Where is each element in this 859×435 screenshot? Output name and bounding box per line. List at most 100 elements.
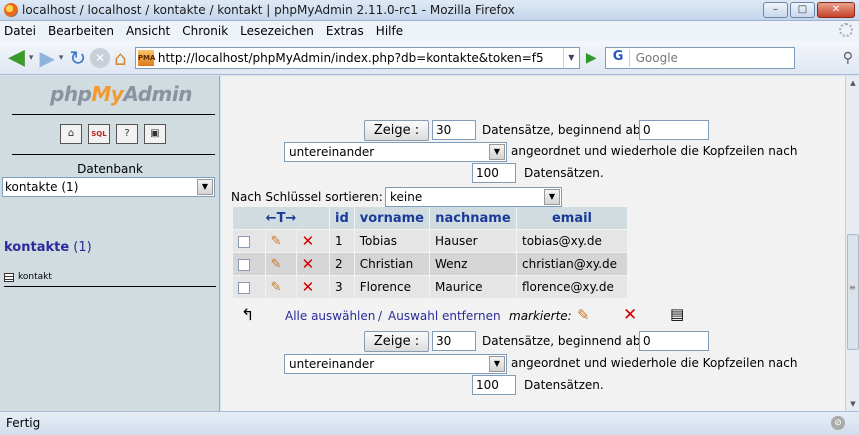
- menu-bar: Datei Bearbeiten Ansicht Chronik Lesezei…: [0, 21, 859, 41]
- phpmyadmin-logo[interactable]: phpMyAdmin: [50, 82, 192, 106]
- search-magnifier-icon[interactable]: ⚲: [843, 50, 853, 66]
- database-link-name: kontakte: [4, 240, 70, 255]
- delete-marked-x-icon[interactable]: ✕: [623, 305, 637, 325]
- menu-bearbeiten[interactable]: Bearbeiten: [48, 24, 114, 38]
- query-window-icon[interactable]: ?: [116, 124, 138, 144]
- row-checkbox[interactable]: [238, 258, 250, 271]
- table-icon[interactable]: [4, 272, 14, 282]
- column-header-nachname[interactable]: nachname: [429, 207, 516, 229]
- table-list-item[interactable]: kontakt: [4, 272, 52, 282]
- deselect-all-link[interactable]: Auswahl entfernen: [388, 309, 501, 323]
- home-icon[interactable]: ⌂: [114, 46, 127, 70]
- start-row-input[interactable]: 0: [639, 331, 709, 351]
- row-checkbox-cell: [233, 230, 265, 252]
- column-header-vorname[interactable]: vorname: [354, 207, 429, 229]
- start-row-input[interactable]: 0: [639, 120, 709, 140]
- title-bar: localhost / localhost / kontakte / konta…: [0, 0, 859, 21]
- show-button[interactable]: Zeige :: [364, 331, 429, 352]
- reload-icon[interactable]: ↻: [69, 46, 86, 70]
- window-controls: – □ ✕: [763, 2, 855, 18]
- cell-nachname: Maurice: [429, 276, 516, 298]
- edit-pencil-icon[interactable]: ✎: [271, 257, 282, 272]
- menu-lesezeichen[interactable]: Lesezeichen: [240, 24, 314, 38]
- edit-pencil-icon[interactable]: ✎: [271, 234, 282, 249]
- row-checkbox[interactable]: [238, 235, 250, 248]
- menu-extras[interactable]: Extras: [326, 24, 364, 38]
- edit-marked-pencil-icon[interactable]: ✎: [577, 306, 590, 324]
- back-arrow-icon[interactable]: ◀: [8, 45, 25, 70]
- chevron-down-icon[interactable]: ▼: [544, 189, 560, 205]
- scroll-down-arrow-icon[interactable]: ▼: [846, 397, 859, 411]
- search-bar[interactable]: G Google: [604, 46, 795, 69]
- rows-count-input[interactable]: 30: [432, 120, 476, 140]
- minimize-button[interactable]: –: [763, 2, 788, 18]
- url-history-dropdown-icon[interactable]: ▼: [562, 47, 579, 68]
- results-table: ←T→ id vorname nachname email ✎ ✕ 1 Tobi…: [232, 206, 628, 299]
- scroll-up-arrow-icon[interactable]: ▲: [846, 76, 859, 90]
- status-bar: Fertig ⊘: [0, 411, 859, 435]
- rows-label: Datensätze, beginnend ab: [482, 123, 641, 137]
- docs-icon[interactable]: ▣: [144, 124, 166, 144]
- logo-php-text: php: [50, 82, 92, 106]
- table-row: ✎ ✕ 2 Christian Wenz christian@xy.de: [233, 253, 627, 275]
- edit-pencil-icon[interactable]: ✎: [271, 280, 282, 295]
- navigation-toolbar: ◀ ▾ ▶ ▾ ↻ ✕ ⌂ PMA http://localhost/phpMy…: [0, 41, 859, 75]
- cell-nachname: Wenz: [429, 253, 516, 275]
- delete-x-icon[interactable]: ✕: [302, 232, 315, 250]
- cell-nachname: Hauser: [429, 230, 516, 252]
- forward-arrow-icon[interactable]: ▶: [39, 46, 54, 70]
- vertical-scrollbar[interactable]: ▲ ≡ ▼: [845, 76, 859, 411]
- menu-chronik[interactable]: Chronik: [182, 24, 228, 38]
- home-icon[interactable]: ⌂: [60, 124, 82, 144]
- go-arrow-icon[interactable]: ▶: [586, 50, 597, 66]
- display-mode-select[interactable]: untereinander ▼: [284, 142, 507, 162]
- mode-label: angeordnet und wiederhole die Kopfzeilen…: [511, 144, 798, 158]
- google-search-engine-icon[interactable]: G: [608, 48, 630, 67]
- database-link[interactable]: kontakte (1): [4, 240, 92, 255]
- url-text[interactable]: http://localhost/phpMyAdmin/index.php?db…: [158, 51, 543, 65]
- delete-x-icon[interactable]: ✕: [302, 255, 315, 273]
- display-mode-select[interactable]: untereinander ▼: [284, 354, 507, 374]
- chevron-down-icon[interactable]: ▼: [489, 356, 505, 372]
- rows-label: Datensätze, beginnend ab: [482, 334, 641, 348]
- sort-select[interactable]: keine ▼: [385, 187, 562, 207]
- sort-label: Nach Schlüssel sortieren:: [231, 190, 383, 204]
- show-button[interactable]: Zeige :: [364, 120, 429, 141]
- main-content-frame: Zeige : 30 Datensätze, beginnend ab 0 un…: [221, 76, 845, 411]
- select-all-link[interactable]: Alle auswählen: [285, 309, 375, 323]
- database-select[interactable]: kontakte (1) ▼: [2, 177, 215, 197]
- menu-ansicht[interactable]: Ansicht: [126, 24, 170, 38]
- repeat-headers-input[interactable]: 100: [472, 163, 516, 183]
- scrollbar-thumb[interactable]: [847, 234, 859, 350]
- url-bar[interactable]: PMA http://localhost/phpMyAdmin/index.ph…: [134, 46, 580, 69]
- close-button[interactable]: ✕: [817, 2, 855, 18]
- rows-count-input[interactable]: 30: [432, 331, 476, 351]
- sql-icon[interactable]: SQL: [88, 124, 110, 144]
- column-header-id[interactable]: id: [330, 207, 354, 229]
- cell-vorname: Tobias: [354, 230, 429, 252]
- stop-icon[interactable]: ✕: [90, 47, 111, 68]
- search-input[interactable]: Google: [636, 51, 678, 65]
- menu-hilfe[interactable]: Hilfe: [376, 24, 403, 38]
- mode-label: angeordnet und wiederhole die Kopfzeilen…: [511, 356, 798, 370]
- delete-cell: ✕: [296, 253, 329, 275]
- maximize-button[interactable]: □: [790, 2, 815, 18]
- chevron-down-icon[interactable]: ▼: [489, 144, 505, 160]
- site-favicon-icon: PMA: [137, 49, 155, 66]
- delete-cell: ✕: [296, 230, 329, 252]
- delete-x-icon[interactable]: ✕: [302, 278, 315, 296]
- column-toggle-arrows[interactable]: ←T→: [233, 207, 329, 229]
- forward-history-dropdown-icon[interactable]: ▾: [59, 53, 64, 63]
- row-checkbox[interactable]: [238, 281, 250, 294]
- column-header-email[interactable]: email: [516, 207, 627, 229]
- link-separator: /: [378, 309, 383, 323]
- back-history-dropdown-icon[interactable]: ▾: [29, 53, 34, 63]
- menu-datei[interactable]: Datei: [4, 24, 36, 38]
- firefox-logo-icon: [4, 3, 18, 17]
- export-marked-icon[interactable]: ▤: [670, 305, 684, 323]
- marked-label: markierte:: [509, 309, 572, 323]
- cell-vorname: Florence: [354, 276, 429, 298]
- table-item-label[interactable]: kontakt: [18, 272, 52, 282]
- repeat-headers-input[interactable]: 100: [472, 375, 516, 395]
- chevron-down-icon[interactable]: ▼: [197, 179, 213, 195]
